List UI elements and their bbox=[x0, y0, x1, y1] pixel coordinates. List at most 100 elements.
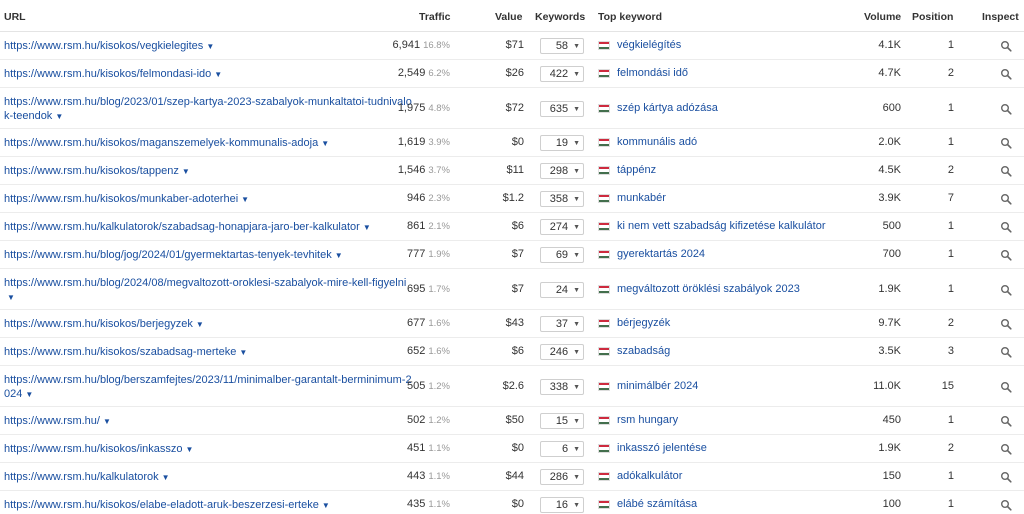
keywords-dropdown[interactable]: 298 ▼ bbox=[540, 163, 584, 179]
url-dropdown-caret-icon[interactable]: ▼ bbox=[162, 473, 170, 482]
inspect-search-icon[interactable] bbox=[1000, 249, 1012, 261]
page-url-link[interactable]: https://www.rsm.hu/kisokos/tappenz ▼ bbox=[4, 164, 414, 179]
keywords-dropdown[interactable]: 246 ▼ bbox=[540, 344, 584, 360]
keywords-dropdown[interactable]: 358 ▼ bbox=[540, 191, 584, 207]
page-url-link[interactable]: https://www.rsm.hu/blog/2024/08/megvalto… bbox=[4, 276, 414, 305]
inspect-search-icon[interactable] bbox=[1000, 103, 1012, 115]
page-url-text[interactable]: https://www.rsm.hu/ bbox=[4, 415, 100, 427]
page-url-link[interactable]: https://www.rsm.hu/blog/berszamfejtes/20… bbox=[4, 373, 414, 402]
page-url-link[interactable]: https://www.rsm.hu/kalkulatorok ▼ bbox=[4, 470, 414, 485]
page-url-text[interactable]: https://www.rsm.hu/kalkulatorok/szabadsa… bbox=[4, 221, 360, 233]
keywords-dropdown[interactable]: 338 ▼ bbox=[540, 379, 584, 395]
header-position[interactable]: Position bbox=[912, 11, 953, 23]
inspect-search-icon[interactable] bbox=[1000, 68, 1012, 80]
top-keyword-link[interactable]: inkasszó jelentése bbox=[617, 442, 707, 454]
inspect-search-icon[interactable] bbox=[1000, 137, 1012, 149]
top-keyword-link[interactable]: végkielégítés bbox=[617, 39, 681, 51]
top-keyword-link[interactable]: kommunális adó bbox=[617, 136, 697, 148]
page-url-text[interactable]: https://www.rsm.hu/kisokos/szabadsag-mer… bbox=[4, 346, 236, 358]
page-url-link[interactable]: https://www.rsm.hu/kisokos/inkasszo ▼ bbox=[4, 442, 414, 457]
url-dropdown-caret-icon[interactable]: ▼ bbox=[335, 251, 343, 260]
keywords-dropdown[interactable]: 274 ▼ bbox=[540, 219, 584, 235]
inspect-search-icon[interactable] bbox=[1000, 471, 1012, 483]
page-url-text[interactable]: https://www.rsm.hu/kisokos/elabe-eladott… bbox=[4, 499, 319, 511]
url-dropdown-caret-icon[interactable]: ▼ bbox=[186, 445, 194, 454]
url-dropdown-caret-icon[interactable]: ▼ bbox=[182, 167, 190, 176]
inspect-search-icon[interactable] bbox=[1000, 284, 1012, 296]
page-url-text[interactable]: https://www.rsm.hu/blog/2023/01/szep-kar… bbox=[4, 96, 412, 122]
keywords-dropdown[interactable]: 37 ▼ bbox=[540, 316, 584, 332]
top-keyword-link[interactable]: szép kártya adózása bbox=[617, 102, 718, 114]
keywords-dropdown[interactable]: 6 ▼ bbox=[540, 441, 584, 457]
page-url-link[interactable]: https://www.rsm.hu/kisokos/munkaber-adot… bbox=[4, 192, 414, 207]
top-keyword-link[interactable]: rsm hungary bbox=[617, 414, 678, 426]
url-dropdown-caret-icon[interactable]: ▼ bbox=[55, 112, 63, 121]
url-dropdown-caret-icon[interactable]: ▼ bbox=[363, 223, 371, 232]
page-url-text[interactable]: https://www.rsm.hu/kisokos/vegkielegites bbox=[4, 40, 203, 52]
top-keyword-link[interactable]: megváltozott öröklési szabályok 2023 bbox=[617, 283, 800, 295]
url-dropdown-caret-icon[interactable]: ▼ bbox=[241, 195, 249, 204]
page-url-text[interactable]: https://www.rsm.hu/blog/jog/2024/01/gyer… bbox=[4, 249, 332, 261]
header-keywords[interactable]: Keywords bbox=[535, 11, 585, 23]
page-url-link[interactable]: https://www.rsm.hu/kisokos/szabadsag-mer… bbox=[4, 345, 414, 360]
inspect-search-icon[interactable] bbox=[1000, 415, 1012, 427]
keywords-dropdown[interactable]: 15 ▼ bbox=[540, 413, 584, 429]
top-keyword-link[interactable]: minimálbér 2024 bbox=[617, 380, 698, 392]
inspect-search-icon[interactable] bbox=[1000, 165, 1012, 177]
inspect-search-icon[interactable] bbox=[1000, 40, 1012, 52]
header-top-keyword[interactable]: Top keyword bbox=[598, 11, 662, 23]
page-url-link[interactable]: https://www.rsm.hu/kalkulatorok/szabadsa… bbox=[4, 220, 414, 235]
header-traffic[interactable]: Traffic bbox=[419, 11, 451, 23]
keywords-dropdown[interactable]: 19 ▼ bbox=[540, 135, 584, 151]
page-url-link[interactable]: https://www.rsm.hu/blog/jog/2024/01/gyer… bbox=[4, 248, 414, 263]
page-url-text[interactable]: https://www.rsm.hu/blog/berszamfejtes/20… bbox=[4, 374, 412, 400]
page-url-text[interactable]: https://www.rsm.hu/kalkulatorok bbox=[4, 471, 159, 483]
header-value[interactable]: Value bbox=[495, 11, 522, 23]
top-keyword-link[interactable]: gyerektartás 2024 bbox=[617, 248, 705, 260]
top-keyword-link[interactable]: adókalkulátor bbox=[617, 470, 682, 482]
page-url-text[interactable]: https://www.rsm.hu/kisokos/munkaber-adot… bbox=[4, 193, 238, 205]
keywords-dropdown[interactable]: 635 ▼ bbox=[540, 101, 584, 117]
inspect-search-icon[interactable] bbox=[1000, 443, 1012, 455]
page-url-link[interactable]: https://www.rsm.hu/blog/2023/01/szep-kar… bbox=[4, 95, 414, 124]
top-keyword-link[interactable]: elábé számítása bbox=[617, 498, 697, 510]
page-url-text[interactable]: https://www.rsm.hu/kisokos/felmondasi-id… bbox=[4, 68, 211, 80]
header-url[interactable]: URL bbox=[4, 11, 26, 23]
page-url-link[interactable]: https://www.rsm.hu/▼ bbox=[4, 414, 414, 429]
page-url-link[interactable]: https://www.rsm.hu/kisokos/vegkielegites… bbox=[4, 39, 414, 54]
url-dropdown-caret-icon[interactable]: ▼ bbox=[321, 139, 329, 148]
url-dropdown-caret-icon[interactable]: ▼ bbox=[103, 417, 111, 426]
keywords-dropdown[interactable]: 69 ▼ bbox=[540, 247, 584, 263]
url-dropdown-caret-icon[interactable]: ▼ bbox=[196, 320, 204, 329]
top-keyword-link[interactable]: bérjegyzék bbox=[617, 317, 670, 329]
inspect-search-icon[interactable] bbox=[1000, 381, 1012, 393]
keywords-dropdown[interactable]: 24 ▼ bbox=[540, 282, 584, 298]
inspect-search-icon[interactable] bbox=[1000, 221, 1012, 233]
url-dropdown-caret-icon[interactable]: ▼ bbox=[214, 70, 222, 79]
page-url-text[interactable]: https://www.rsm.hu/kisokos/tappenz bbox=[4, 165, 179, 177]
inspect-search-icon[interactable] bbox=[1000, 346, 1012, 358]
header-volume[interactable]: Volume bbox=[864, 11, 901, 23]
page-url-text[interactable]: https://www.rsm.hu/kisokos/inkasszo bbox=[4, 443, 183, 455]
page-url-link[interactable]: https://www.rsm.hu/kisokos/elabe-eladott… bbox=[4, 498, 414, 513]
top-keyword-link[interactable]: táppénz bbox=[617, 164, 656, 176]
url-dropdown-caret-icon[interactable]: ▼ bbox=[7, 293, 15, 302]
top-keyword-link[interactable]: ki nem vett szabadság kifizetése kalkulá… bbox=[617, 220, 826, 232]
page-url-text[interactable]: https://www.rsm.hu/kisokos/berjegyzek bbox=[4, 318, 193, 330]
top-keyword-link[interactable]: szabadság bbox=[617, 345, 670, 357]
page-url-link[interactable]: https://www.rsm.hu/kisokos/maganszemelye… bbox=[4, 136, 414, 151]
top-keyword-link[interactable]: felmondási idő bbox=[617, 67, 688, 79]
url-dropdown-caret-icon[interactable]: ▼ bbox=[206, 42, 214, 51]
url-dropdown-caret-icon[interactable]: ▼ bbox=[239, 348, 247, 357]
url-dropdown-caret-icon[interactable]: ▼ bbox=[25, 390, 33, 399]
inspect-search-icon[interactable] bbox=[1000, 499, 1012, 511]
page-url-link[interactable]: https://www.rsm.hu/kisokos/felmondasi-id… bbox=[4, 67, 414, 82]
keywords-dropdown[interactable]: 286 ▼ bbox=[540, 469, 584, 485]
page-url-text[interactable]: https://www.rsm.hu/blog/2024/08/megvalto… bbox=[4, 277, 406, 289]
keywords-dropdown[interactable]: 16 ▼ bbox=[540, 497, 584, 513]
url-dropdown-caret-icon[interactable]: ▼ bbox=[322, 501, 330, 510]
top-keyword-link[interactable]: munkabér bbox=[617, 192, 666, 204]
inspect-search-icon[interactable] bbox=[1000, 318, 1012, 330]
page-url-text[interactable]: https://www.rsm.hu/kisokos/maganszemelye… bbox=[4, 137, 318, 149]
page-url-link[interactable]: https://www.rsm.hu/kisokos/berjegyzek ▼ bbox=[4, 317, 414, 332]
